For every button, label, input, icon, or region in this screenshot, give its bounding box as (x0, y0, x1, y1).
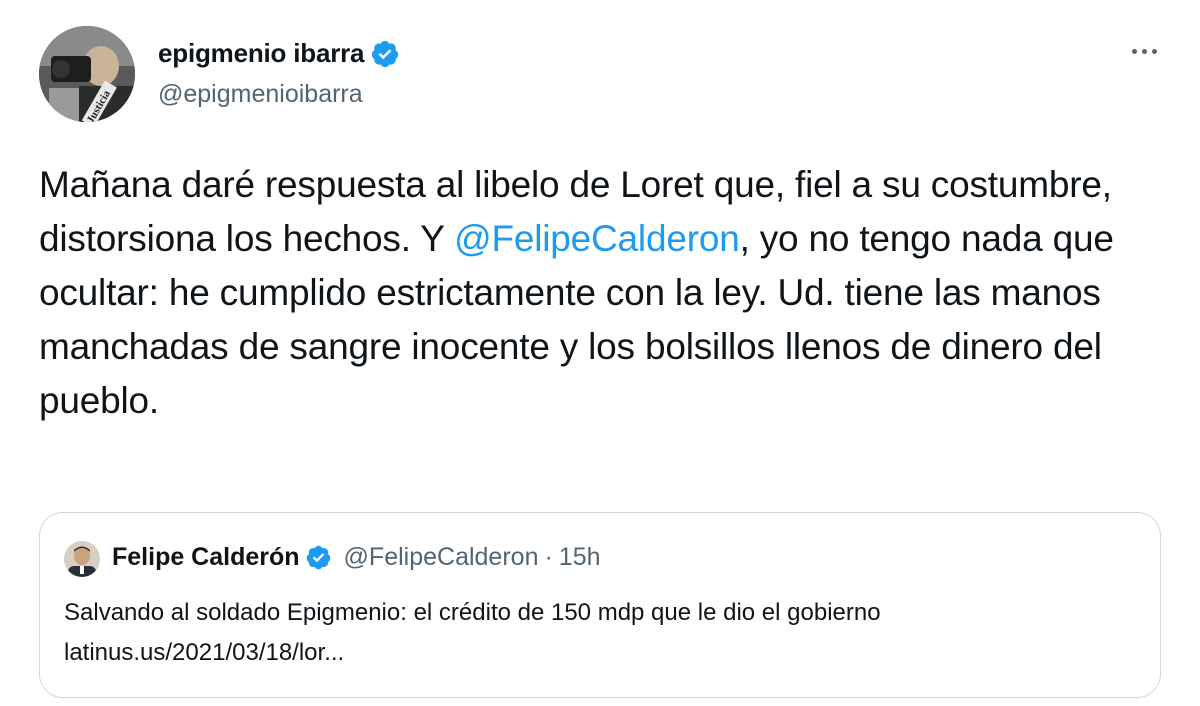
quoted-link[interactable]: latinus.us/2021/03/18/lor... (64, 633, 1144, 673)
quoted-header: Felipe Calderón @FelipeCalderon · 15h (112, 543, 601, 572)
more-dot (1141, 48, 1147, 54)
quoted-tweet-text: Salvando al soldado Epigmenio: el crédit… (64, 593, 1144, 673)
author-avatar[interactable]: Justicia (39, 26, 135, 122)
more-dot (1151, 48, 1157, 54)
author-handle[interactable]: @epigmenioibarra (158, 80, 363, 109)
quoted-avatar-image (64, 541, 100, 577)
tweet-text: Mañana daré respuesta al libelo de Loret… (39, 158, 1169, 428)
more-options-icon[interactable] (1124, 36, 1164, 66)
quoted-author-avatar[interactable] (64, 541, 100, 577)
mention-link[interactable]: @FelipeCalderon (454, 218, 740, 259)
more-dot (1131, 48, 1137, 54)
quoted-tweet[interactable]: Felipe Calderón @FelipeCalderon · 15h Sa… (39, 512, 1161, 698)
author-avatar-image: Justicia (39, 26, 135, 122)
tweet-card: Justicia epigmenio ibarra @epigmenioibar… (0, 0, 1200, 706)
quoted-author-name[interactable]: Felipe Calderón (112, 543, 300, 572)
quoted-text-line: Salvando al soldado Epigmenio: el crédit… (64, 599, 881, 626)
author-name[interactable]: epigmenio ibarra (158, 38, 365, 69)
quoted-separator: · (544, 543, 553, 571)
quoted-timestamp[interactable]: 15h (559, 543, 601, 572)
verified-badge-icon (370, 39, 400, 69)
author-name-row: epigmenio ibarra (158, 38, 400, 69)
quoted-author-handle[interactable]: @FelipeCalderon (344, 543, 539, 572)
verified-badge-icon (305, 544, 332, 571)
